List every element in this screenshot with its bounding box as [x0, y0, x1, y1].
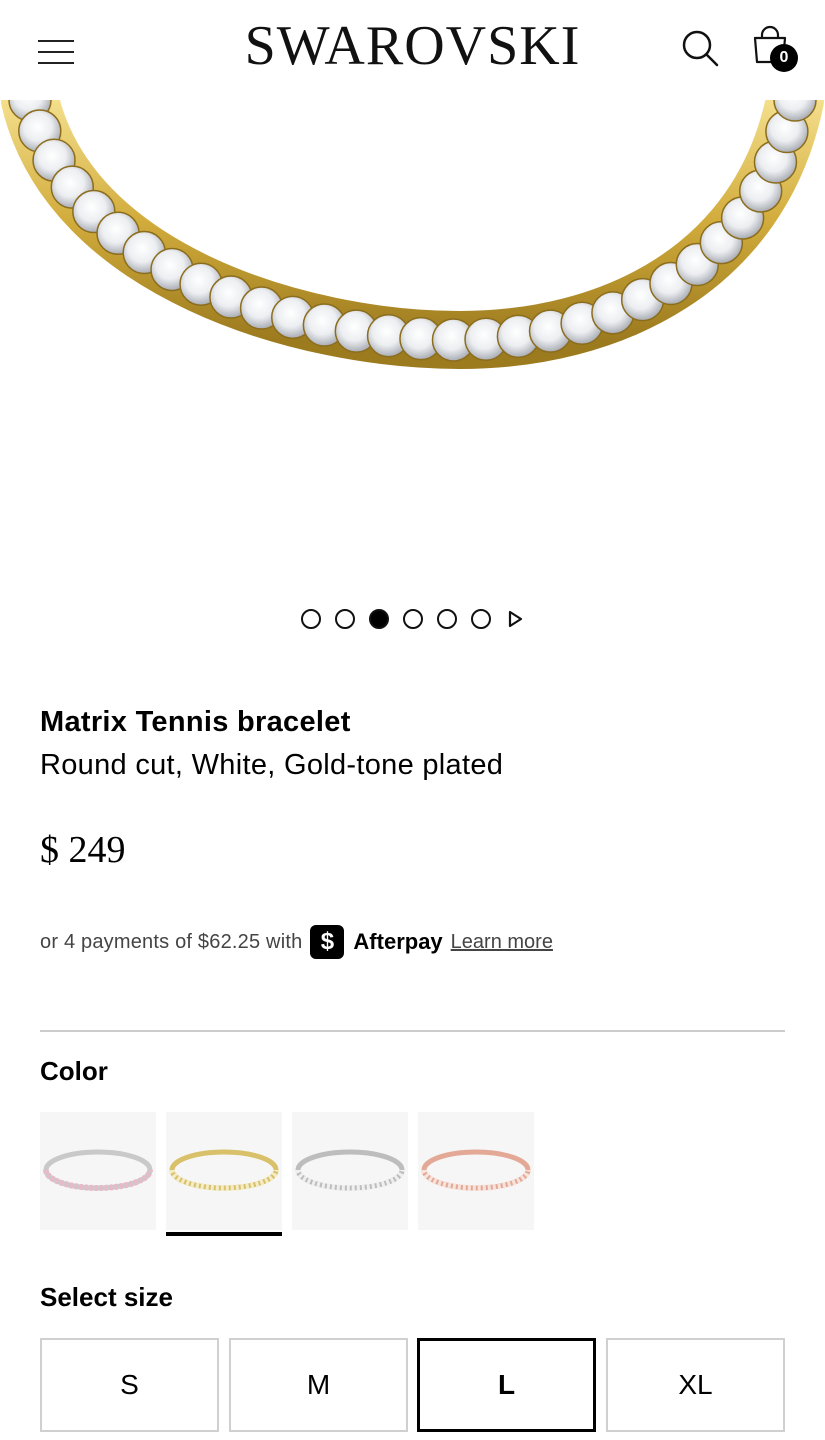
- color-swatch-pink[interactable]: [40, 1112, 156, 1230]
- swatch-bracelet-image: [421, 1149, 531, 1191]
- site-header: SWAROVSKI 0: [0, 0, 825, 100]
- play-icon[interactable]: [505, 609, 525, 629]
- carousel-dot[interactable]: [470, 609, 491, 629]
- size-option-l[interactable]: L: [417, 1338, 596, 1432]
- product-description: Round cut, White, Gold-tone plated: [40, 749, 504, 781]
- afterpay-brand: Afterpay: [353, 929, 443, 954]
- product-title: Matrix Tennis bracelet: [40, 706, 351, 738]
- color-swatch-silver[interactable]: [292, 1112, 408, 1230]
- bracelet-image: [1, 100, 824, 370]
- search-icon[interactable]: [678, 26, 722, 70]
- cart-count-badge: 0: [770, 44, 798, 72]
- carousel-dot[interactable]: [334, 609, 355, 629]
- carousel-dot[interactable]: [300, 609, 321, 629]
- size-option-xl[interactable]: XL: [606, 1338, 785, 1432]
- swatch-bracelet-image: [295, 1149, 405, 1191]
- shopping-bag-button[interactable]: 0: [750, 24, 800, 74]
- product-image[interactable]: [0, 100, 825, 580]
- carousel-dot[interactable]: [436, 609, 457, 629]
- carousel-dot[interactable]: [402, 609, 423, 629]
- learn-more-link[interactable]: Learn more: [451, 931, 553, 954]
- swatch-bracelet-image: [169, 1149, 279, 1191]
- color-swatch-gold[interactable]: [166, 1112, 282, 1236]
- afterpay-logo-icon: $: [310, 925, 345, 959]
- section-divider: [40, 1030, 785, 1032]
- product-price: $ 249: [40, 829, 126, 871]
- afterpay-info: or 4 payments of $62.25 with $ Afterpay …: [40, 924, 553, 960]
- color-swatch-rose-gold[interactable]: [418, 1112, 534, 1230]
- color-title: Color: [40, 1056, 108, 1086]
- carousel-indicators: [0, 606, 825, 632]
- carousel-dot-active[interactable]: [368, 609, 389, 629]
- size-option-s[interactable]: S: [40, 1338, 219, 1432]
- afterpay-text: or 4 payments of $62.25 with: [40, 930, 303, 953]
- swatch-bracelet-image: [43, 1149, 153, 1191]
- size-option-m[interactable]: M: [229, 1338, 408, 1432]
- size-title: Select size: [40, 1282, 173, 1312]
- size-selector: S M L XL: [40, 1338, 785, 1432]
